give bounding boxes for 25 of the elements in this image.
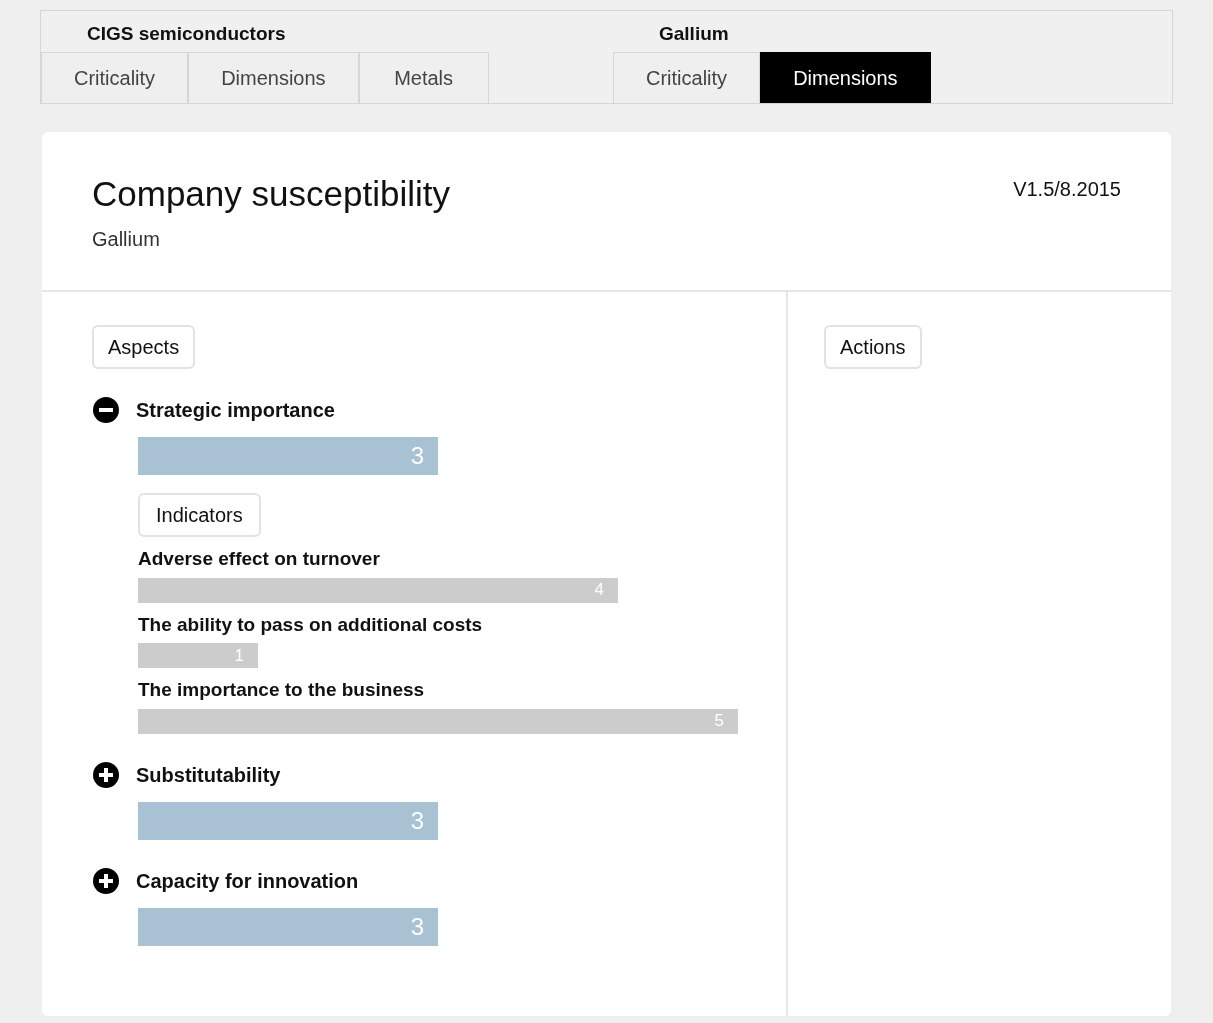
expand-icon[interactable] [92,866,120,895]
tab[interactable]: Dimensions [760,52,931,103]
collapse-icon[interactable] [92,396,120,424]
version-label: V1.5/8.2015 [1013,177,1121,202]
tab[interactable]: Metals [358,52,489,103]
tab-group-title: CIGS semiconductors [86,22,287,46]
score-value: 3 [410,441,424,471]
aspect-name: Strategic importance [136,398,335,423]
score-value: 3 [410,805,424,836]
score-value: 3 [410,911,424,942]
aspects-label: Aspects [92,325,196,369]
tab[interactable]: Criticality [613,52,761,103]
actions-label: Actions [824,325,922,369]
card-title: Company susceptibility [92,173,450,215]
aspect-name: Substitutability [136,762,281,788]
indicator-name: The ability to pass on additional costs [138,612,484,637]
tab[interactable]: Dimensions [188,52,359,103]
tab[interactable]: Criticality [41,52,189,103]
indicator-name: The importance to the business [138,678,426,702]
aspect-name: Capacity for innovation [136,868,359,894]
indicators-label: Indicators [138,493,261,537]
expand-icon[interactable] [92,760,120,789]
indicator-name: Adverse effect on turnover [138,547,381,571]
tab-group-title: Gallium [658,22,730,46]
card-subtitle: Gallium [92,227,161,252]
